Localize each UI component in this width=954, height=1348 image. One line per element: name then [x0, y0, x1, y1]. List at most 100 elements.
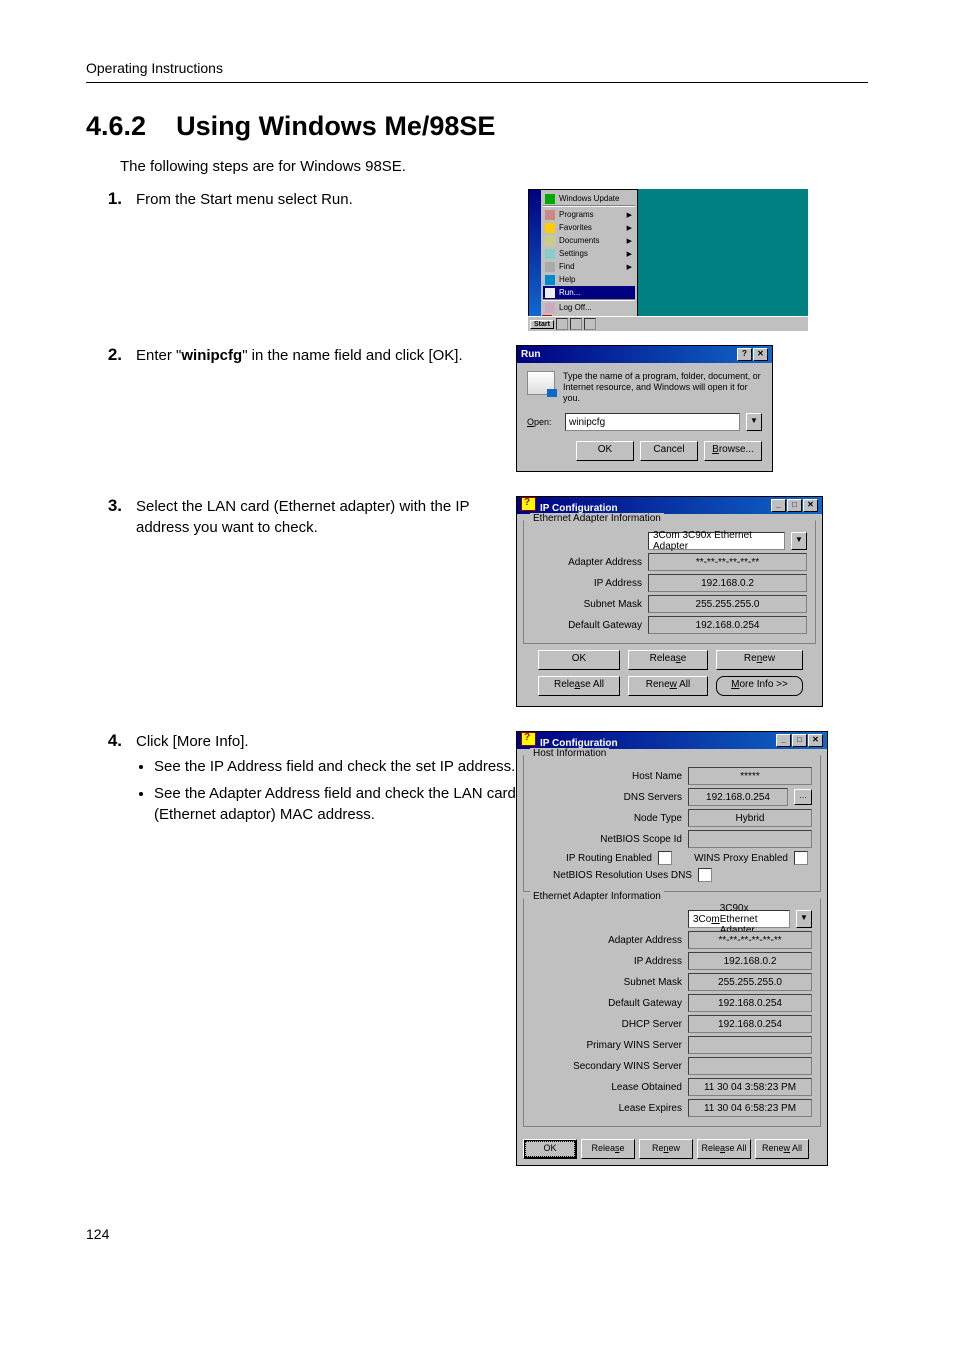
group-host-info: Host Information [530, 748, 609, 759]
ipconfig-small: IP Configuration _ □ ✕ Ethernet Adapter … [516, 496, 823, 707]
host-name-value: ***** [688, 767, 812, 785]
step-1-text: From the Start menu select Run. [136, 189, 353, 210]
section-heading: 4.6.2 Using Windows Me/98SE [86, 111, 868, 142]
sm-documents[interactable]: Documents [559, 236, 599, 245]
release-button[interactable]: Release [628, 650, 708, 670]
default-gateway-value-big: 192.168.0.254 [688, 994, 812, 1012]
step-num-2: 2. [86, 345, 136, 365]
step-1: 1. From the Start menu select Run. Windo… [86, 189, 868, 331]
minimize-icon[interactable]: _ [776, 734, 791, 747]
ok-button[interactable]: OK [538, 650, 620, 670]
secondary-wins-value [688, 1057, 812, 1075]
step-4-bullet-2: See the Adapter Address field and check … [154, 783, 516, 825]
sm-settings[interactable]: Settings [559, 249, 588, 258]
cancel-button[interactable]: Cancel [640, 441, 698, 461]
running-header: Operating Instructions [86, 60, 868, 76]
open-label: Open: [527, 417, 559, 427]
renew-button[interactable]: Renew [716, 650, 803, 670]
default-gateway-label-big: Default Gateway [532, 998, 682, 1009]
subnet-mask-value-big: 255.255.255.0 [688, 973, 812, 991]
close-icon[interactable]: ✕ [803, 499, 818, 512]
run-title: Run [521, 349, 540, 360]
ip-routing-checkbox[interactable] [658, 851, 672, 865]
adapter-dropdown-btn[interactable]: ▼ [791, 532, 807, 550]
ok-button-big[interactable]: OK [523, 1139, 577, 1159]
close-icon[interactable]: ✕ [753, 348, 768, 361]
host-name-label: Host Name [532, 771, 682, 782]
ip-address-label-big: IP Address [532, 956, 682, 967]
maximize-icon[interactable]: □ [787, 499, 802, 512]
minimize-icon[interactable]: _ [771, 499, 786, 512]
sm-favorites[interactable]: Favorites [559, 223, 592, 232]
primary-wins-value [688, 1036, 812, 1054]
close-icon[interactable]: ✕ [808, 734, 823, 747]
subnet-mask-value: 255.255.255.0 [648, 595, 807, 613]
renew-all-button-big[interactable]: Renew All [755, 1139, 809, 1159]
tray-icon[interactable] [570, 318, 582, 330]
adapter-address-value: **-**-**-**-**-** [648, 553, 807, 571]
adapter-select[interactable]: 3Com 3C90x Ethernet Adapter [648, 532, 785, 550]
adapter-address-value-big: **-**-**-**-**-** [688, 931, 812, 949]
open-input[interactable]: winipcfg [565, 413, 740, 431]
browse-button[interactable]: Browse... [704, 441, 762, 461]
step-4: 4. Click [More Info]. See the IP Address… [86, 731, 868, 1166]
heading-number: 4.6.2 [86, 111, 146, 141]
tray-icon[interactable] [556, 318, 568, 330]
help-icon[interactable]: ? [737, 348, 752, 361]
subnet-mask-label: Subnet Mask [532, 599, 642, 610]
step-2-text: Enter "winipcfg" in the name field and c… [136, 345, 463, 366]
primary-wins-label: Primary WINS Server [532, 1040, 682, 1051]
run-dialog: Run ? ✕ Type the name of a program, fold… [516, 345, 773, 472]
open-dropdown-btn[interactable]: ▼ [746, 413, 762, 431]
dns-servers-label: DNS Servers [532, 792, 682, 803]
ipconfig-icon [521, 497, 536, 511]
step-4-text: Click [More Info]. See the IP Address fi… [136, 731, 516, 831]
ok-button[interactable]: OK [576, 441, 634, 461]
step-3: 3. Select the LAN card (Ethernet adapter… [86, 496, 868, 707]
heading-text: Using Windows Me/98SE [176, 111, 495, 141]
run-message: Type the name of a program, folder, docu… [563, 371, 762, 403]
sm-logoff[interactable]: Log Off... [559, 303, 592, 312]
start-menu-screenshot: Windows Update Programs▶ Favorites▶ Docu… [528, 189, 808, 331]
step-4-bullet-1: See the IP Address field and check the s… [154, 756, 516, 777]
dns-servers-value: 192.168.0.254 [688, 788, 788, 806]
page-number: 124 [86, 1226, 868, 1242]
start-button[interactable]: Start [530, 320, 554, 329]
ip-address-value-big: 192.168.0.2 [688, 952, 812, 970]
step-num-3: 3. [86, 496, 136, 516]
secondary-wins-label: Secondary WINS Server [532, 1061, 682, 1072]
tray-icon[interactable] [584, 318, 596, 330]
sm-run[interactable]: Run... [559, 288, 580, 297]
netbios-dns-label: NetBIOS Resolution Uses DNS [532, 870, 692, 881]
ip-address-label: IP Address [532, 578, 642, 589]
maximize-icon[interactable]: □ [792, 734, 807, 747]
release-all-button[interactable]: Release All [538, 676, 620, 696]
dns-more-button[interactable]: … [794, 789, 812, 805]
step-num-1: 1. [86, 189, 136, 209]
step-2: 2. Enter "winipcfg" in the name field an… [86, 345, 868, 472]
ipconfig-big: IP Configuration _ □ ✕ Host Information … [516, 731, 828, 1166]
adapter-dropdown-btn-big[interactable]: ▼ [796, 910, 812, 928]
renew-all-button[interactable]: Renew All [628, 676, 708, 696]
netbios-scope-label: NetBIOS Scope Id [532, 834, 682, 845]
ip-routing-label: IP Routing Enabled [532, 853, 652, 864]
release-button-big[interactable]: Release [581, 1139, 635, 1159]
lease-obtained-value: 11 30 04 3:58:23 PM [688, 1078, 812, 1096]
adapter-select-big[interactable]: 3Com 3C90x Ethernet Adapter [688, 910, 790, 928]
run-icon [527, 371, 555, 395]
netbios-dns-checkbox[interactable] [698, 868, 712, 882]
release-all-button-big[interactable]: Release All [697, 1139, 751, 1159]
default-gateway-value: 192.168.0.254 [648, 616, 807, 634]
wins-proxy-checkbox[interactable] [794, 851, 808, 865]
taskbar: Start [528, 316, 808, 331]
sm-programs[interactable]: Programs [559, 210, 594, 219]
renew-button-big[interactable]: Renew [639, 1139, 693, 1159]
default-gateway-label: Default Gateway [532, 620, 642, 631]
adapter-address-label: Adapter Address [532, 557, 642, 568]
step-3-text: Select the LAN card (Ethernet adapter) w… [136, 496, 516, 538]
sm-help[interactable]: Help [559, 275, 575, 284]
header-rule [86, 82, 868, 83]
sm-windows-update[interactable]: Windows Update [559, 194, 619, 203]
more-info-button[interactable]: More Info >> [716, 676, 803, 696]
sm-find[interactable]: Find [559, 262, 575, 271]
